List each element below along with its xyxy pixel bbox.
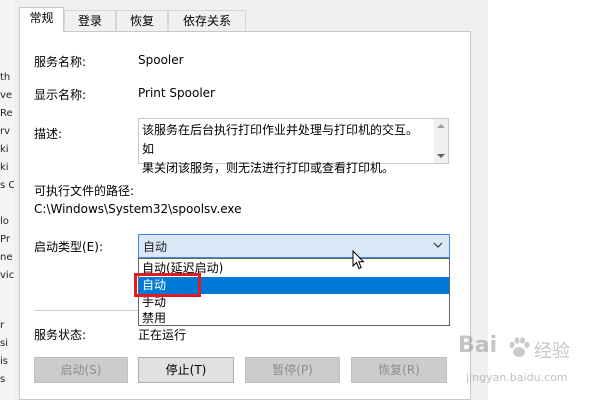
display-name-value[interactable]: Print Spooler: [138, 86, 215, 100]
background-text: Pr: [0, 234, 10, 245]
tab-dependencies[interactable]: 依存关系: [168, 10, 246, 31]
startup-type-selected-value: 自动: [143, 240, 168, 254]
description-scrollbar[interactable]: [434, 119, 448, 163]
mouse-pointer-icon: [352, 249, 366, 273]
background-text: ki: [0, 162, 9, 173]
tab-recovery[interactable]: 恢复: [116, 10, 168, 31]
scroll-down-arrow-icon[interactable]: [437, 154, 445, 158]
resume-button[interactable]: 恢复(R): [351, 357, 447, 383]
service-status-value: 正在运行: [138, 328, 187, 342]
pause-button[interactable]: 暂停(P): [245, 357, 340, 383]
paw-icon: [509, 337, 530, 357]
display-name-label: 显示名称:: [34, 88, 87, 102]
background-text: ne: [0, 252, 13, 263]
description-label: 描述:: [34, 127, 63, 141]
chevron-down-icon[interactable]: [433, 239, 443, 253]
background-text: ve: [0, 90, 13, 101]
description-textbox[interactable]: 该服务在后台执行打印作业并处理与打印机的交互。如 果关闭该服务，则无法进行打印或…: [138, 118, 449, 175]
service-name-value: Spooler: [138, 53, 184, 67]
description-line-2: 果关闭该服务，则无法进行打印或查看打印机。: [142, 161, 395, 175]
tab-logon[interactable]: 登录: [64, 10, 116, 31]
background-text: th: [0, 72, 11, 83]
background-text: lo: [0, 216, 9, 227]
service-name-label: 服务名称:: [34, 55, 87, 69]
background-text: si: [0, 338, 8, 349]
background-text: r: [0, 320, 5, 331]
background-text: rv: [0, 126, 11, 137]
background-text: vic: [0, 270, 14, 281]
executable-path-value: C:\Windows\System32\spoolsv.exe: [34, 202, 242, 216]
watermark-logo-text: Bai: [458, 333, 498, 358]
description-text: 该服务在后台执行打印作业并处理与打印机的交互。如 果关闭该服务，则无法进行打印或…: [142, 121, 427, 178]
background-text: s C: [0, 180, 14, 191]
watermark-jingyan-text: 经验: [534, 341, 570, 362]
description-line-1: 该服务在后台执行打印作业并处理与打印机的交互。如: [142, 123, 419, 156]
background-text: ki: [0, 144, 9, 155]
baidu-jingyan-watermark: Bai 经验 jingyan.baidu.com: [458, 333, 598, 393]
startup-type-select[interactable]: 自动: [138, 234, 450, 258]
tab-general[interactable]: 常规: [19, 7, 64, 32]
background-text: Re: [0, 108, 13, 119]
service-status-label: 服务状态:: [34, 328, 87, 342]
background-text: is: [0, 356, 8, 367]
startup-type-label: 启动类型(E):: [34, 240, 103, 254]
executable-path-label: 可执行文件的路径:: [34, 184, 135, 198]
background-text: s: [0, 374, 6, 385]
scroll-up-arrow-icon[interactable]: [437, 124, 445, 128]
start-button[interactable]: 启动(S): [34, 357, 128, 383]
highlight-box: [134, 273, 201, 297]
watermark-url: jingyan.baidu.com: [466, 371, 568, 384]
background-window-strip: th ve Re rv ki ki s C lo Pr ne vic r si …: [0, 0, 15, 400]
option-disabled[interactable]: 禁用: [139, 310, 449, 327]
stop-button[interactable]: 停止(T): [138, 357, 234, 383]
